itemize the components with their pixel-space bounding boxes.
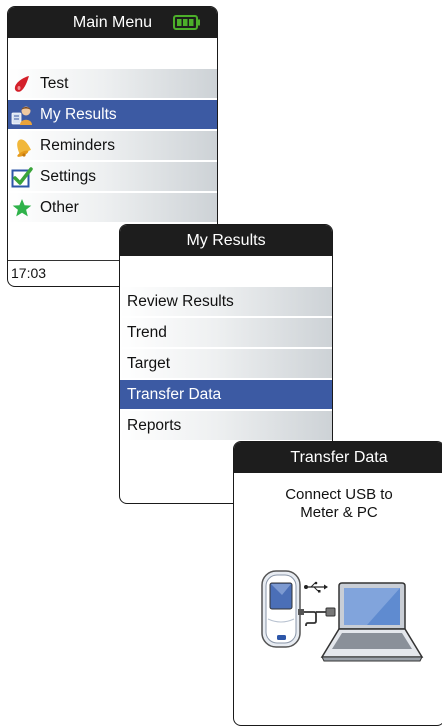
menu-item-other[interactable]: Other xyxy=(8,193,217,223)
menu-item-label: Settings xyxy=(40,167,97,185)
my-results-title: My Results xyxy=(186,231,266,249)
battery-icon xyxy=(173,15,200,30)
instruction-message: Connect USB to Meter & PC xyxy=(234,486,442,522)
menu-item-review-results[interactable]: Review Results xyxy=(120,287,332,317)
instruction-line-1: Connect USB to xyxy=(285,486,393,503)
blood-drop-icon xyxy=(11,73,33,95)
star-icon xyxy=(11,197,33,219)
transfer-data-title: Transfer Data xyxy=(290,448,388,466)
menu-item-label: Review Results xyxy=(127,292,234,310)
menu-item-reminders[interactable]: Reminders xyxy=(8,131,217,161)
checkmark-icon xyxy=(11,166,33,188)
user-results-icon xyxy=(11,104,33,126)
menu-item-label: Reminders xyxy=(40,136,115,154)
menu-item-transfer-data[interactable]: Transfer Data xyxy=(120,380,332,410)
meter-to-pc-illustration xyxy=(261,570,424,662)
clock-time: 17:03 xyxy=(11,265,47,281)
transfer-data-screen: Transfer Data Connect USB to Meter & PC xyxy=(233,441,442,726)
menu-item-label: Trend xyxy=(127,323,167,341)
menu-item-label: Transfer Data xyxy=(127,385,222,403)
laptop-icon xyxy=(320,582,424,662)
menu-item-reports[interactable]: Reports xyxy=(120,411,332,441)
menu-item-label: My Results xyxy=(40,105,117,123)
menu-item-my-results[interactable]: My Results xyxy=(8,100,217,130)
usb-icon xyxy=(304,581,328,593)
menu-item-test[interactable]: Test xyxy=(8,69,217,99)
meter-device-icon xyxy=(261,570,301,648)
transfer-data-titlebar: Transfer Data xyxy=(234,442,442,473)
menu-item-label: Other xyxy=(40,198,79,216)
menu-item-trend[interactable]: Trend xyxy=(120,318,332,348)
menu-item-label: Target xyxy=(127,354,171,372)
bell-icon xyxy=(11,135,33,157)
menu-item-target[interactable]: Target xyxy=(120,349,332,379)
menu-item-label: Reports xyxy=(127,416,182,434)
menu-item-settings[interactable]: Settings xyxy=(8,162,217,192)
main-menu-title: Main Menu xyxy=(72,13,153,31)
menu-item-label: Test xyxy=(40,74,69,92)
my-results-titlebar: My Results xyxy=(120,225,332,256)
instruction-line-2: Meter & PC xyxy=(300,504,378,521)
